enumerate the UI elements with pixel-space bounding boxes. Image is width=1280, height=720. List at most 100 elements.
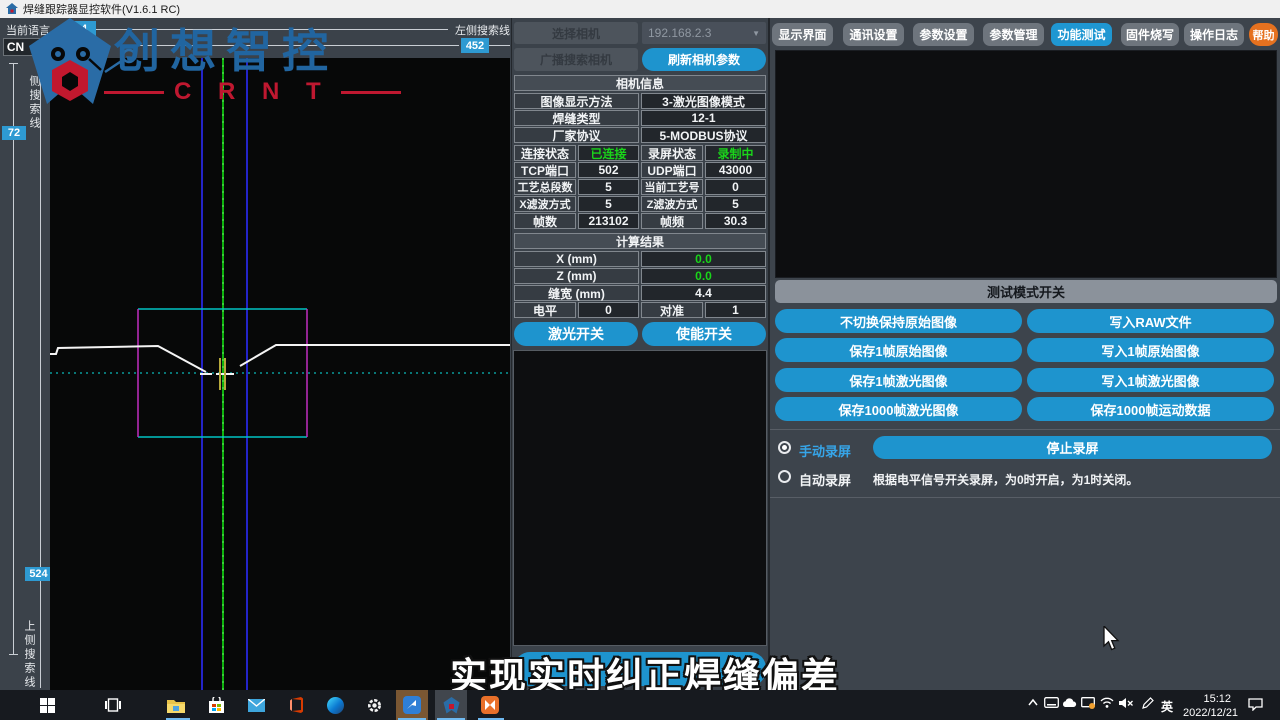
vertical-slider2-track[interactable]: [40, 63, 41, 688]
vertical-slider2-value[interactable]: 524: [25, 567, 52, 581]
save-1000-motion-button[interactable]: 保存1000帧运动数据: [1027, 397, 1274, 421]
tab-op-log[interactable]: 操作日志: [1184, 23, 1244, 46]
camera-overlay-graphics: [50, 58, 510, 690]
test-log-area: [775, 50, 1277, 278]
table-row: 图像显示方法 3-激光图像模式: [514, 93, 766, 109]
tray-onedrive-cloud-icon[interactable]: [1062, 697, 1077, 711]
table-row: 连接状态 已连接 录屏状态 录制中: [514, 145, 766, 161]
info-label: TCP端口: [514, 162, 576, 178]
tray-expand-chevron-icon[interactable]: [1027, 697, 1039, 712]
keep-original-image-button[interactable]: 不切换保持原始图像: [775, 309, 1022, 333]
info-value: 502: [578, 162, 639, 178]
write-1-original-button[interactable]: 写入1帧原始图像: [1027, 338, 1274, 362]
enable-switch-button[interactable]: 使能开关: [642, 322, 766, 346]
calc-value: 0: [578, 302, 639, 318]
info-value: 5: [578, 196, 639, 212]
logo-line-right: [341, 91, 401, 94]
tray-display-notification-icon[interactable]: [1081, 697, 1095, 712]
message-list-area: [513, 350, 767, 646]
save-1-original-button[interactable]: 保存1帧原始图像: [775, 338, 1022, 362]
vertical-slider1-cap-top: [9, 63, 18, 64]
office-app-icon[interactable]: [286, 695, 306, 715]
calc-result-header: 计算结果: [514, 233, 766, 249]
vertical-slider1-track[interactable]: [13, 63, 14, 655]
table-row: 电平 0 对准 1: [514, 302, 766, 318]
tab-display[interactable]: 显示界面: [772, 23, 833, 46]
test-mode-switch-button[interactable]: 测试模式开关: [775, 280, 1277, 303]
save-1000-laser-button[interactable]: 保存1000帧激光图像: [775, 397, 1022, 421]
save-1-laser-button[interactable]: 保存1帧激光图像: [775, 368, 1022, 392]
taskbar: 英 15:12 2022/12/21: [0, 690, 1280, 720]
app-window: 焊缝跟踪器显控软件(V1.6.1 RC) 当前语言 24 左侧搜索线 CN ▼ …: [0, 0, 1280, 720]
settings-gear-icon[interactable]: [364, 695, 384, 715]
start-button[interactable]: [37, 695, 57, 715]
write-1-laser-button[interactable]: 写入1帧激光图像: [1027, 368, 1274, 392]
vertical-slider1-value[interactable]: 72: [2, 126, 26, 140]
tray-touch-keyboard-icon[interactable]: [1044, 697, 1059, 711]
brand-logo-en-text: C R N T: [174, 80, 331, 104]
info-value: 5: [578, 179, 639, 195]
tab-params[interactable]: 参数设置: [913, 23, 974, 46]
select-camera-button[interactable]: 选择相机: [514, 22, 638, 44]
tab-firmware[interactable]: 固件烧写: [1121, 23, 1179, 46]
tray-wifi-icon[interactable]: [1100, 697, 1114, 711]
table-row: 缝宽 (mm) 4.4: [514, 285, 766, 301]
orange-app-icon[interactable]: [480, 695, 500, 715]
stop-record-button[interactable]: 停止录屏: [873, 436, 1272, 459]
info-label: 工艺总段数: [514, 179, 576, 195]
left-search-line-label: 左侧搜索线: [452, 22, 510, 38]
logo-line-left: [104, 91, 164, 94]
weld-software-app-icon[interactable]: [441, 695, 461, 715]
info-label: Z滤波方式: [641, 196, 703, 212]
chevron-down-icon: ▼: [752, 29, 760, 38]
laser-profile-left: [50, 346, 206, 372]
tab-help[interactable]: 帮助: [1249, 23, 1278, 46]
auto-record-label[interactable]: 自动录屏: [799, 470, 851, 489]
edge-swirl: [327, 697, 344, 714]
tray-volume-muted-icon[interactable]: [1119, 697, 1134, 712]
camera-ip-combo[interactable]: 192.168.2.3 ▼: [642, 22, 766, 44]
tray-pen-icon[interactable]: [1141, 697, 1154, 713]
write-raw-file-button[interactable]: 写入RAW文件: [1027, 309, 1274, 333]
edge-browser-icon[interactable]: [325, 695, 345, 715]
camera-info-panel: 选择相机 192.168.2.3 ▼ 广播搜索相机 刷新相机参数 相机信息 图像…: [512, 18, 768, 690]
table-row: X (mm) 0.0: [514, 251, 766, 267]
info-label: 帧数: [514, 213, 576, 229]
camera-ip-value: 192.168.2.3: [648, 26, 711, 40]
task-view-button[interactable]: [103, 695, 123, 715]
auto-record-radio[interactable]: [778, 470, 791, 483]
info-label: 厂家协议: [514, 127, 639, 143]
taskbar-clock[interactable]: 15:12 2022/12/21: [1183, 693, 1231, 720]
mail-app-icon[interactable]: [246, 695, 266, 715]
info-label: 连接状态: [514, 145, 576, 161]
info-label: 录屏状态: [641, 145, 703, 161]
calc-label: 对准: [641, 302, 703, 318]
camera-panel: 当前语言 24 左侧搜索线 CN ▼ 452 72 524 侧搜索线 上侧搜索线: [0, 18, 511, 690]
tab-param-mgmt[interactable]: 参数管理: [983, 23, 1044, 46]
tab-comm[interactable]: 通讯设置: [843, 23, 904, 46]
manual-record-radio[interactable]: [778, 441, 791, 454]
broadcast-search-button[interactable]: 广播搜索相机: [514, 48, 638, 71]
file-explorer-icon[interactable]: [166, 695, 186, 715]
status-badge: 录制中: [705, 145, 766, 161]
upper-search-line-label: 上侧搜索线: [21, 620, 37, 690]
left-search-slider-track-end[interactable]: [489, 45, 510, 46]
info-value: 30.3: [705, 213, 766, 229]
divider: [770, 429, 1280, 430]
tab-function-test[interactable]: 功能测试: [1051, 23, 1112, 46]
table-row: Z (mm) 0.0: [514, 268, 766, 284]
remote-tool-app-icon[interactable]: [402, 695, 422, 715]
tray-ime-indicator[interactable]: 英: [1161, 698, 1173, 715]
manual-record-label[interactable]: 手动录屏: [799, 441, 851, 460]
clock-date: 2022/12/21: [1183, 707, 1231, 720]
calc-label: X (mm): [514, 251, 639, 267]
info-label: 当前工艺号: [641, 179, 703, 195]
status-badge: 已连接: [578, 145, 639, 161]
microsoft-store-icon[interactable]: [206, 695, 226, 715]
calc-value: 4.4: [641, 285, 766, 301]
action-center-icon[interactable]: [1248, 698, 1263, 714]
left-search-slider-value[interactable]: 452: [461, 38, 489, 53]
laser-switch-button[interactable]: 激光开关: [514, 322, 638, 346]
refresh-camera-params-button[interactable]: 刷新相机参数: [642, 48, 766, 71]
vertical-slider1-cap-bottom: [9, 654, 18, 655]
